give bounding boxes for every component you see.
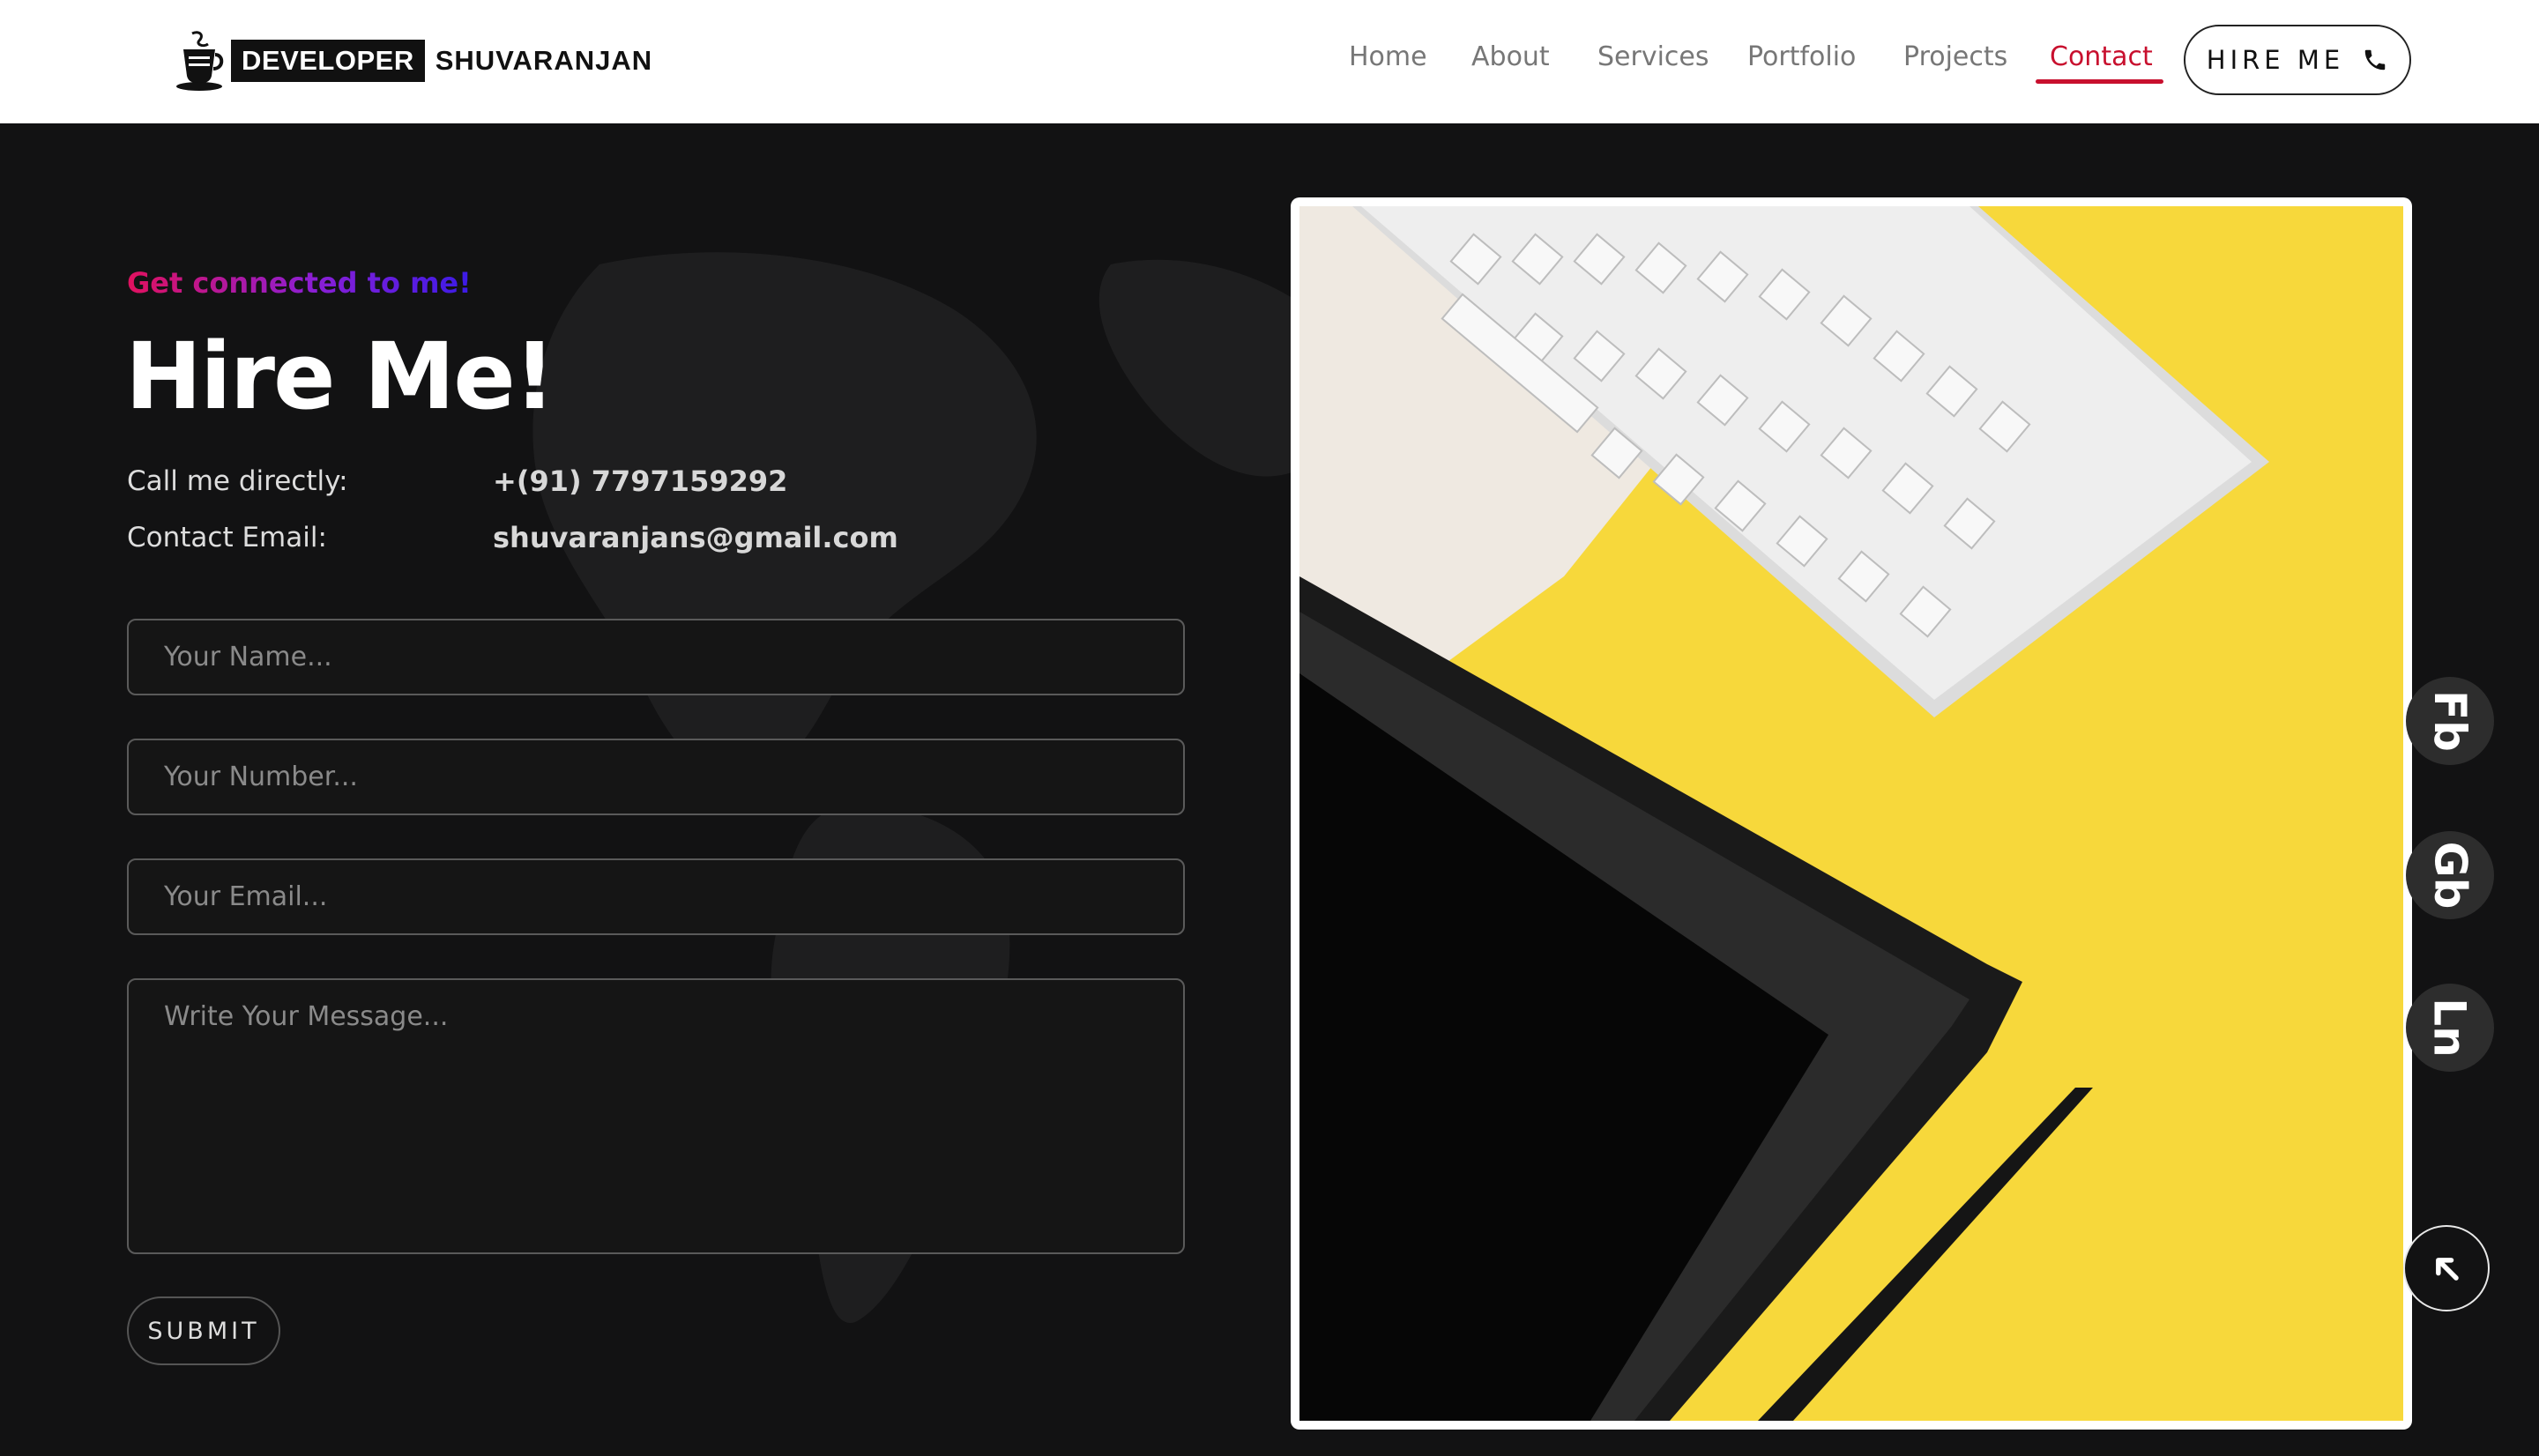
arrow-up-left-icon [2436, 1258, 2459, 1281]
phone-icon [2364, 49, 2386, 71]
scroll-to-top-button[interactable] [2403, 1225, 2490, 1311]
page-title: Hire Me! [125, 323, 555, 430]
nav-item-contact[interactable]: Contact [2050, 35, 2153, 79]
github-label: Gb [2424, 841, 2476, 910]
facebook-link[interactable]: Fb [2406, 677, 2494, 765]
email-label: Contact Email: [127, 522, 327, 553]
phone-value[interactable]: +(91) 7797159292 [493, 464, 787, 498]
linkedin-label: Ln [2424, 998, 2476, 1058]
nav-item-portfolio[interactable]: Portfolio [1747, 35, 1856, 79]
nav-item-about[interactable]: About [1471, 35, 1550, 79]
brand-name: SHUVARANJAN [435, 45, 653, 76]
nav-item-home[interactable]: Home [1349, 35, 1427, 79]
hero-image-frame [1291, 197, 2412, 1430]
number-input[interactable] [127, 739, 1185, 815]
submit-button[interactable]: SUBMIT [127, 1296, 280, 1365]
desk-keyboard-tablet-image [1299, 206, 2403, 1421]
message-textarea[interactable] [127, 978, 1185, 1254]
hire-me-button[interactable]: HIRE ME [2184, 25, 2411, 95]
site-header: DEVELOPER SHUVARANJAN Home About Service… [0, 0, 2539, 123]
email-input[interactable] [127, 858, 1185, 935]
phone-label: Call me directly: [127, 465, 348, 497]
hire-me-label: HIRE ME [2206, 45, 2345, 75]
nav-item-services[interactable]: Services [1597, 35, 1709, 79]
coffee-cup-icon [176, 31, 224, 91]
github-link[interactable]: Gb [2406, 831, 2494, 919]
nav-active-underline [2036, 79, 2163, 84]
brand-logo[interactable]: DEVELOPER SHUVARANJAN [173, 30, 652, 92]
facebook-label: Fb [2424, 690, 2476, 752]
name-input[interactable] [127, 619, 1185, 695]
nav-item-projects[interactable]: Projects [1903, 35, 2007, 79]
brand-box-text: DEVELOPER [231, 40, 425, 82]
section-tagline: Get connected to me! [127, 266, 472, 300]
linkedin-link[interactable]: Ln [2406, 984, 2494, 1072]
email-value[interactable]: shuvaranjans@gmail.com [493, 521, 898, 554]
